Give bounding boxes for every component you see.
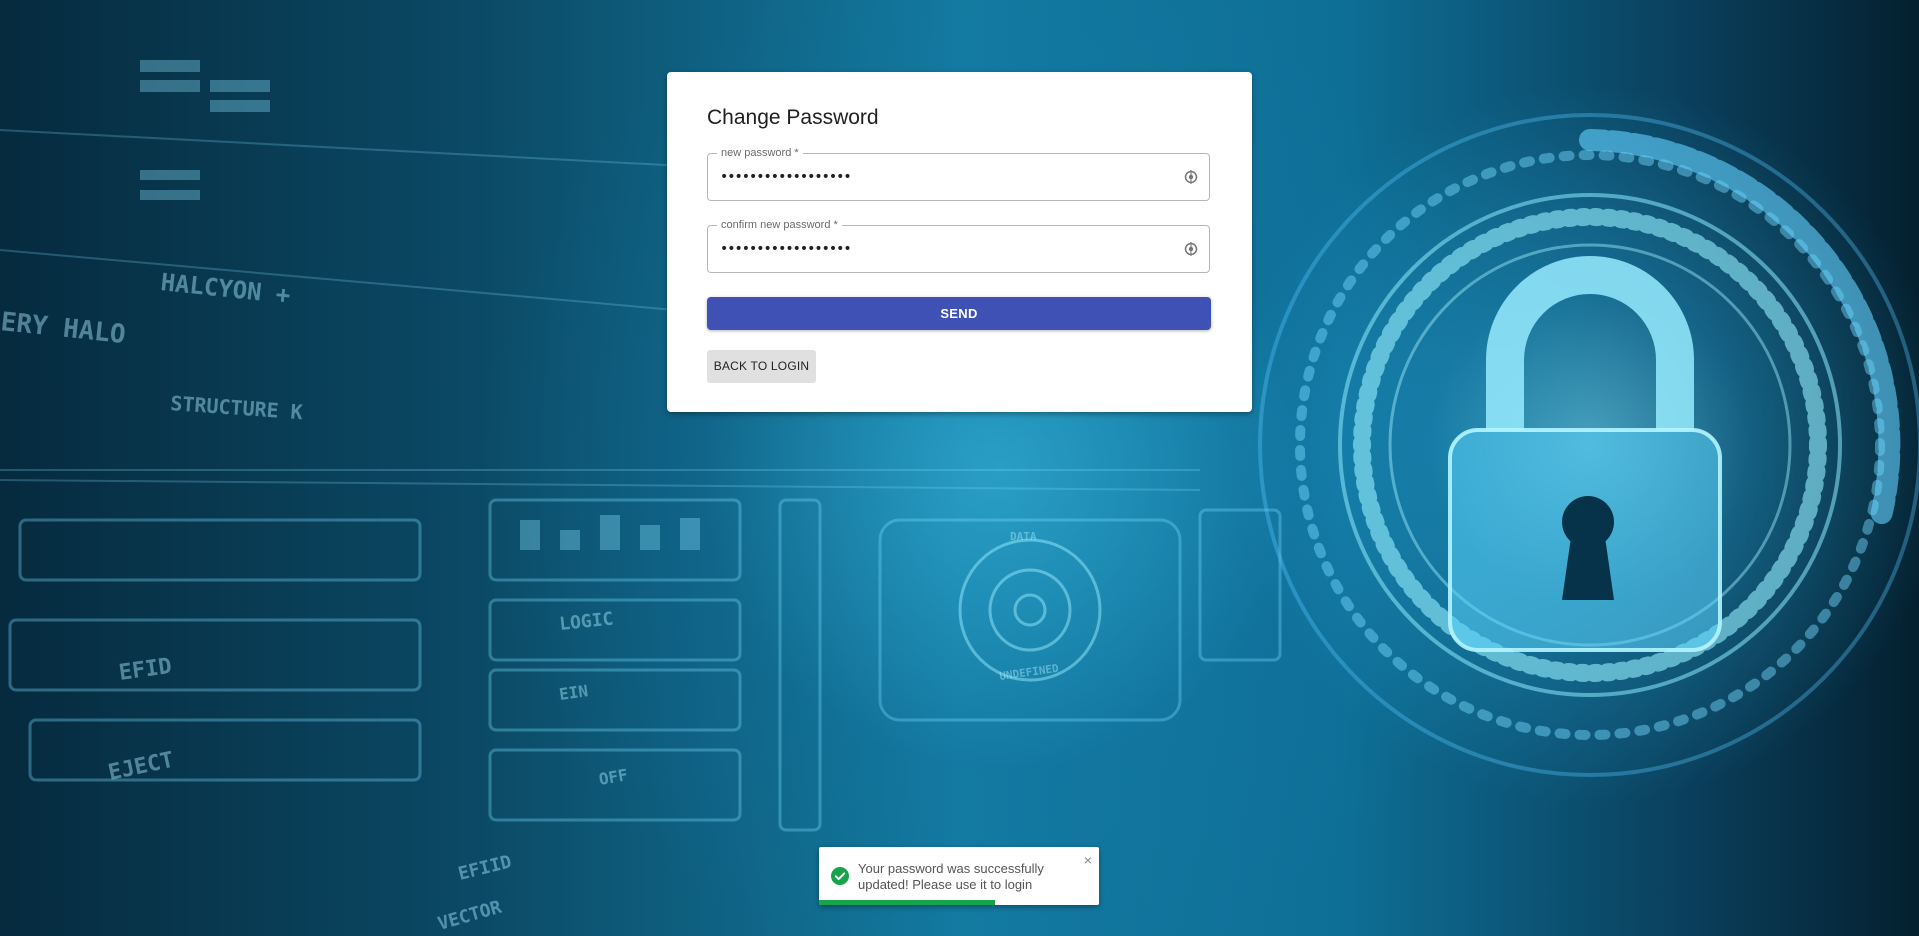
eye-icon[interactable] [1183,169,1199,185]
svg-text:LOGIC: LOGIC [558,608,614,635]
send-button[interactable]: SEND [707,297,1211,330]
toast-progress-track [819,900,1099,905]
confirm-password-field[interactable]: confirm new password * [707,218,1210,273]
close-icon[interactable]: × [1084,853,1092,867]
svg-text:VECTOR: VECTOR [436,897,504,935]
new-password-input[interactable] [720,167,1160,187]
new-password-label: new password * [717,146,803,160]
toast-message: Your password was successfully updated! … [858,861,1044,892]
back-to-login-button[interactable]: BACK TO LOGIN [707,350,816,383]
svg-text:EFID: EFID [117,654,173,686]
svg-text:EFIID: EFIID [456,851,514,885]
change-password-card: Change Password new password * confirm n… [667,72,1252,412]
svg-text:STRUCTURE K: STRUCTURE K [170,391,304,424]
page-title: Change Password [707,106,879,129]
success-toast: Your password was successfully updated! … [819,847,1099,905]
confirm-password-label: confirm new password * [717,218,842,232]
svg-text:EIN: EIN [558,681,589,704]
confirm-password-input[interactable] [720,239,1160,259]
svg-text:ERY HALO: ERY HALO [0,307,127,350]
eye-icon[interactable] [1183,241,1199,257]
svg-text:OFF: OFF [597,765,629,789]
new-password-field[interactable]: new password * [707,146,1210,201]
check-circle-icon [831,867,849,885]
toast-progress-bar [819,900,996,905]
